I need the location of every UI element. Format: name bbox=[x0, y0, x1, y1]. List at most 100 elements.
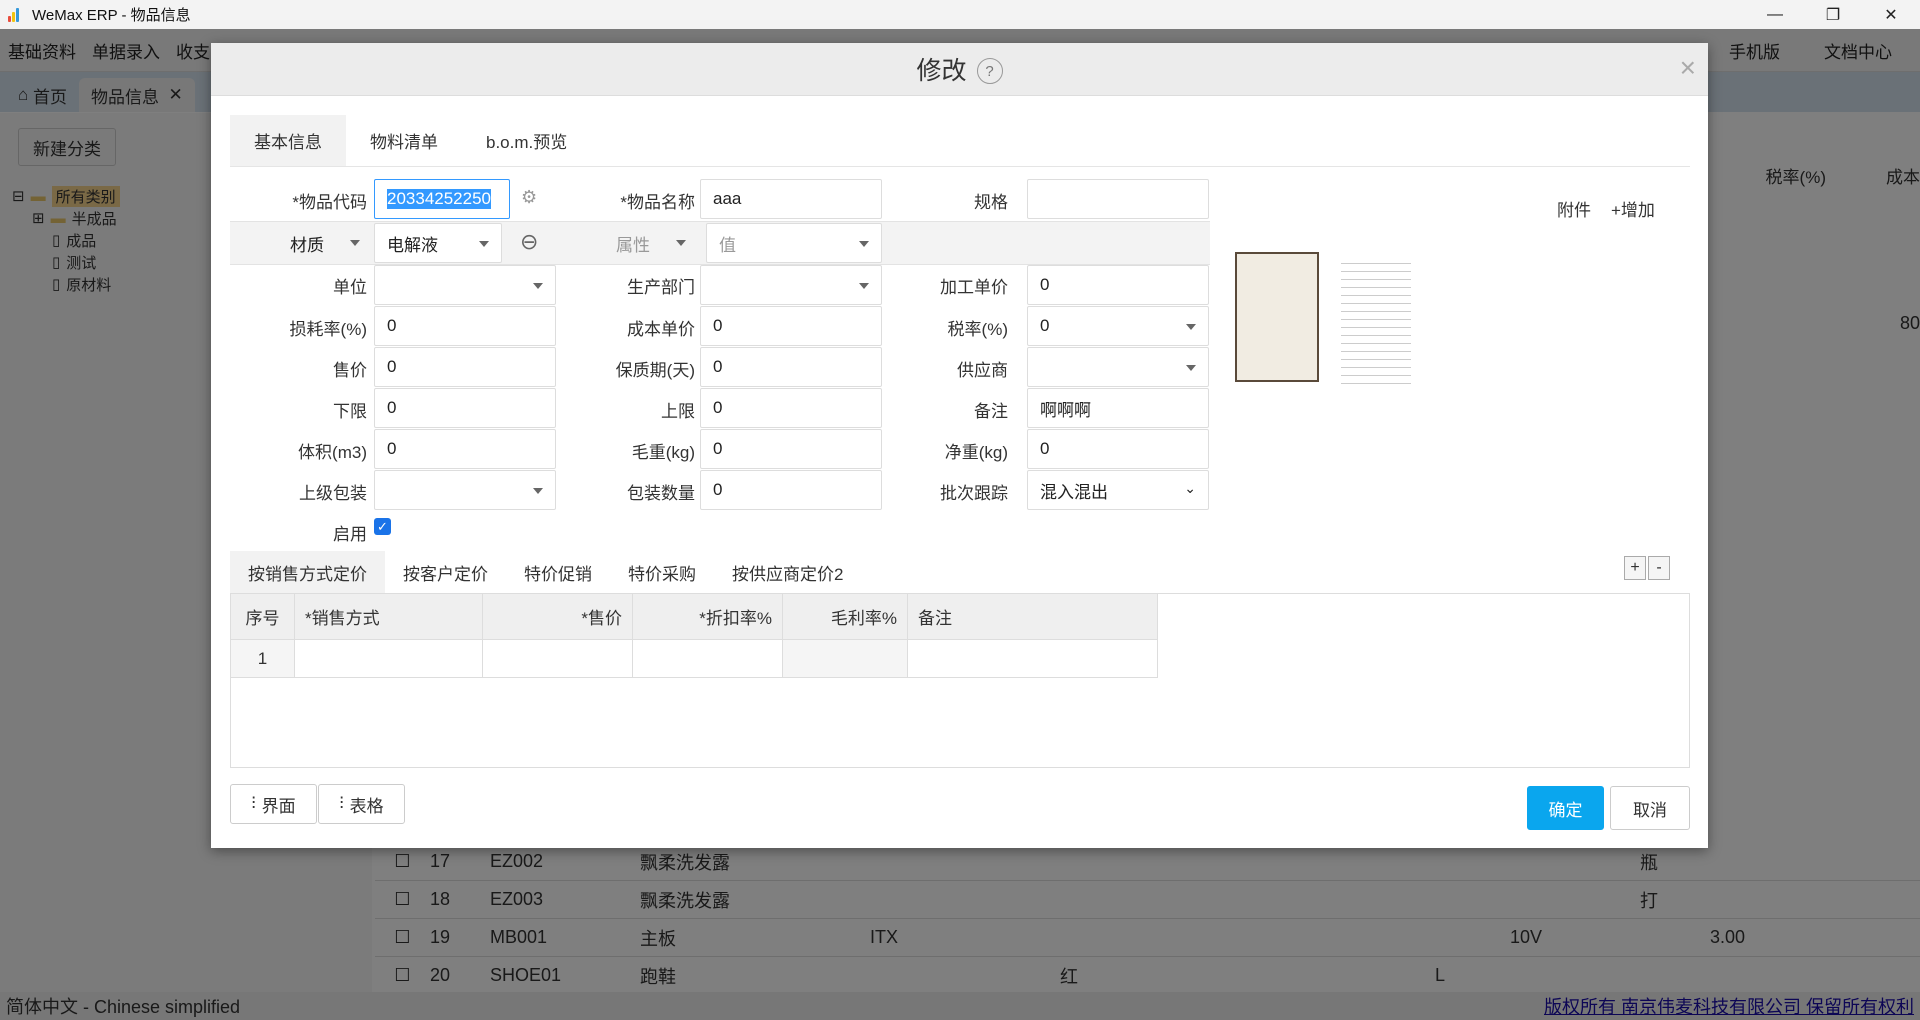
dept-select[interactable] bbox=[700, 265, 882, 305]
sliders-icon: ⫶ bbox=[251, 794, 256, 813]
code-label: *物品代码 bbox=[292, 193, 367, 212]
proc-price-input[interactable]: 0 bbox=[1027, 265, 1209, 305]
spec-input[interactable] bbox=[1027, 179, 1209, 219]
sliders-icon: ⫶ bbox=[339, 794, 344, 813]
attr2-name-select[interactable]: 属性 bbox=[556, 223, 698, 263]
loss-input[interactable]: 0 bbox=[374, 306, 556, 346]
net-label: 净重(kg) bbox=[944, 443, 1008, 462]
price-input[interactable]: 0 bbox=[374, 347, 556, 387]
layout-button[interactable]: ⫶ 界面 bbox=[230, 784, 317, 824]
tab-supplier-price[interactable]: 按供应商定价2 bbox=[714, 551, 861, 593]
item-name-input[interactable]: aaa bbox=[700, 179, 882, 219]
generate-code-icon[interactable]: ⚙ bbox=[521, 187, 537, 208]
dept-label: 生产部门 bbox=[627, 278, 695, 297]
window-titlebar: WeMax ERP - 物品信息 — ❐ ✕ bbox=[0, 0, 1920, 29]
tab-customer-price[interactable]: 按客户定价 bbox=[385, 551, 506, 593]
document-thumbnail[interactable] bbox=[1341, 256, 1411, 386]
tax-select[interactable]: 0 bbox=[1027, 306, 1209, 346]
supplier-select[interactable] bbox=[1027, 347, 1209, 387]
cell-price[interactable] bbox=[483, 640, 633, 678]
attr2-value-placeholder: 值 bbox=[719, 235, 736, 255]
attr-value-select[interactable]: 电解液 bbox=[374, 223, 502, 263]
cell-seq: 1 bbox=[231, 640, 295, 678]
supplier-label: 供应商 bbox=[957, 361, 1008, 380]
cell-discount[interactable] bbox=[633, 640, 783, 678]
loss-label: 损耗率(%) bbox=[289, 320, 367, 339]
pack-qty-input[interactable]: 0 bbox=[700, 470, 882, 510]
cost-label: 成本单价 bbox=[627, 320, 695, 339]
upper-input[interactable]: 0 bbox=[700, 388, 882, 428]
add-attachment-link[interactable]: +增加 bbox=[1611, 196, 1655, 221]
remove-attr-icon[interactable]: ⊖ bbox=[520, 229, 538, 255]
remove-row-button[interactable]: - bbox=[1648, 556, 1670, 580]
window-title: WeMax ERP - 物品信息 bbox=[32, 7, 191, 24]
tab-bom-list[interactable]: 物料清单 bbox=[346, 115, 462, 166]
name-label: *物品名称 bbox=[620, 193, 695, 212]
col-price: *售价 bbox=[483, 594, 633, 640]
pricing-table: 序号 *销售方式 *售价 *折扣率% 毛利率% 备注 1 bbox=[230, 593, 1690, 768]
restore-button[interactable]: ❐ bbox=[1804, 0, 1862, 29]
remark-input[interactable]: 啊啊啊 bbox=[1027, 388, 1209, 428]
net-input[interactable]: 0 bbox=[1027, 429, 1209, 469]
attachment-label: 附件 bbox=[1557, 201, 1591, 220]
spec-label: 规格 bbox=[974, 193, 1008, 212]
batch-select[interactable]: 混入混出 ⌄ bbox=[1027, 470, 1209, 510]
unit-label: 单位 bbox=[333, 278, 367, 297]
edit-dialog: 修改 ? × 基本信息 物料清单 b.o.m.预览 *物品代码 20334252… bbox=[211, 43, 1708, 848]
parent-pack-label: 上级包装 bbox=[299, 484, 367, 503]
close-window-button[interactable]: ✕ bbox=[1862, 0, 1920, 29]
gross-input[interactable]: 0 bbox=[700, 429, 882, 469]
batch-label: 批次跟踪 bbox=[940, 484, 1008, 503]
table-label: 表格 bbox=[349, 796, 384, 816]
cancel-button[interactable]: 取消 bbox=[1610, 786, 1690, 830]
col-sale-method: *销售方式 bbox=[295, 594, 483, 640]
dialog-tabs: 基本信息 物料清单 b.o.m.预览 bbox=[230, 115, 1690, 167]
confirm-button[interactable]: 确定 bbox=[1527, 786, 1604, 830]
enabled-checkbox[interactable]: ✓ bbox=[374, 518, 391, 535]
pack-qty-label: 包装数量 bbox=[627, 484, 695, 503]
dialog-header: 修改 ? × bbox=[211, 43, 1708, 96]
tab-special-purchase[interactable]: 特价采购 bbox=[610, 551, 714, 593]
tab-bom-preview[interactable]: b.o.m.预览 bbox=[462, 115, 591, 166]
table-settings-button[interactable]: ⫶ 表格 bbox=[318, 784, 405, 824]
add-row-button[interactable]: + bbox=[1624, 556, 1646, 580]
price-label: 售价 bbox=[333, 361, 367, 380]
tab-basic-info[interactable]: 基本信息 bbox=[230, 115, 346, 166]
item-code-value: 20334252250 bbox=[387, 189, 492, 209]
attr2-value-select[interactable]: 值 bbox=[706, 223, 882, 263]
unit-select[interactable] bbox=[374, 265, 556, 305]
tax-label: 税率(%) bbox=[947, 320, 1008, 339]
lower-label: 下限 bbox=[333, 402, 367, 421]
item-code-input[interactable]: 20334252250 bbox=[374, 179, 510, 219]
col-seq: 序号 bbox=[231, 594, 295, 640]
remark-label: 备注 bbox=[974, 402, 1008, 421]
proc-price-label: 加工单价 bbox=[940, 278, 1008, 297]
floorplan-thumbnail[interactable] bbox=[1235, 252, 1319, 382]
col-margin: 毛利率% bbox=[783, 594, 908, 640]
item-name-value: aaa bbox=[713, 189, 742, 208]
enabled-label: 启用 bbox=[333, 525, 367, 544]
help-icon[interactable]: ? bbox=[976, 58, 1003, 84]
tab-promotion[interactable]: 特价促销 bbox=[506, 551, 610, 593]
attr2-placeholder: 属性 bbox=[616, 235, 650, 255]
shelf-input[interactable]: 0 bbox=[700, 347, 882, 387]
layout-label: 界面 bbox=[261, 796, 296, 816]
cell-remark[interactable] bbox=[908, 640, 1158, 678]
volume-input[interactable]: 0 bbox=[374, 429, 556, 469]
dialog-title: 修改 bbox=[916, 57, 967, 85]
dialog-close-button[interactable]: × bbox=[1680, 52, 1696, 84]
parent-pack-select[interactable] bbox=[374, 470, 556, 510]
cost-input[interactable]: 0 bbox=[700, 306, 882, 346]
attr-value-text: 电解液 bbox=[387, 235, 438, 255]
gross-label: 毛重(kg) bbox=[631, 443, 695, 462]
lower-input[interactable]: 0 bbox=[374, 388, 556, 428]
volume-label: 体积(m3) bbox=[298, 443, 367, 462]
app-logo-icon bbox=[6, 6, 24, 24]
minimize-button[interactable]: — bbox=[1746, 0, 1804, 29]
tab-sale-method[interactable]: 按销售方式定价 bbox=[230, 551, 385, 593]
pricing-tabs: 按销售方式定价 按客户定价 特价促销 特价采购 按供应商定价2 bbox=[230, 551, 861, 593]
cell-margin bbox=[783, 640, 908, 678]
chevron-down-icon: ⌄ bbox=[1184, 480, 1196, 496]
attr-name-select[interactable]: 材质 bbox=[230, 223, 372, 263]
cell-sale-method[interactable] bbox=[295, 640, 483, 678]
